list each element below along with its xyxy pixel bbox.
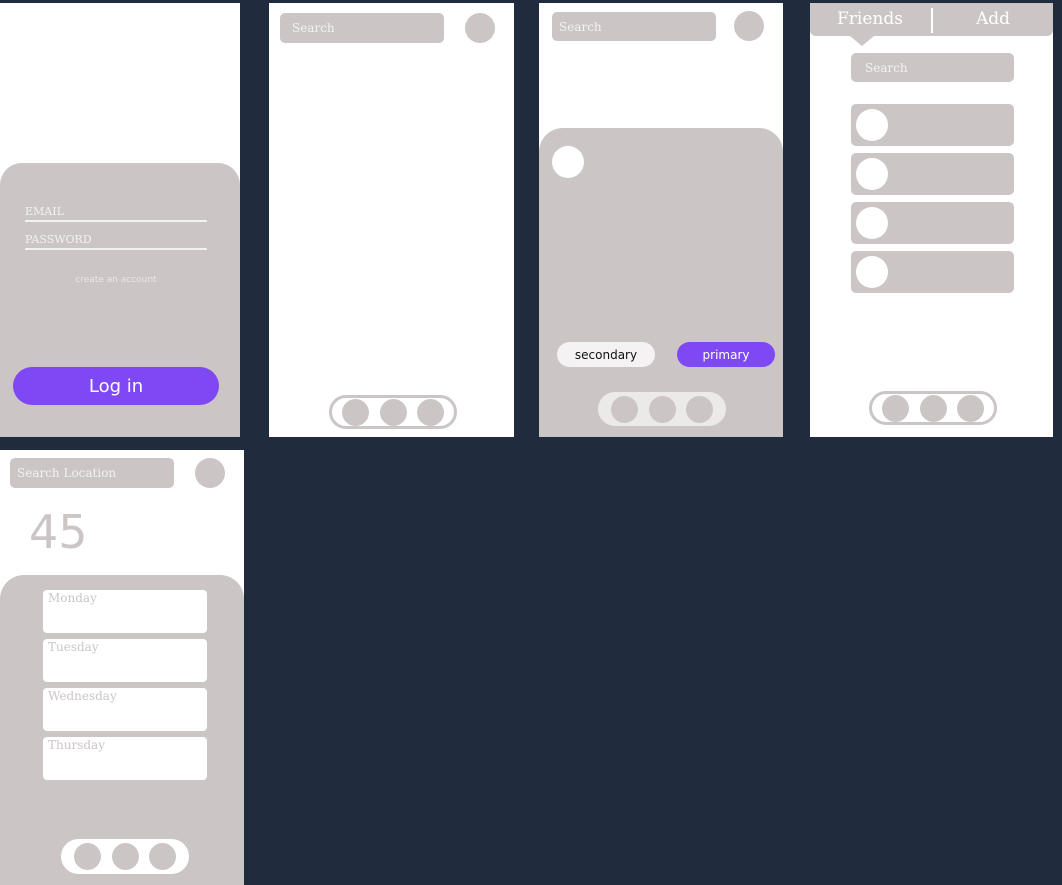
avatar[interactable]: [465, 13, 495, 43]
temperature-value: 45: [29, 505, 88, 559]
nav-center-icon[interactable]: [648, 395, 676, 423]
nav-home-icon[interactable]: [342, 398, 370, 426]
search-input[interactable]: Search: [851, 53, 1014, 82]
secondary-button[interactable]: secondary: [557, 342, 655, 367]
login-panel: EMAIL PASSWORD create an account Log in: [0, 163, 240, 437]
nav-profile-icon[interactable]: [685, 395, 713, 423]
tab-pointer: [850, 36, 874, 46]
search-screen: Search: [269, 3, 514, 437]
friend-list-item[interactable]: [851, 153, 1014, 195]
login-screen: EMAIL PASSWORD create an account Log in: [0, 3, 240, 437]
avatar[interactable]: [734, 11, 764, 41]
bottom-nav: [598, 392, 726, 426]
friend-list-item[interactable]: [851, 202, 1014, 244]
forecast-day-card[interactable]: Thursday: [43, 737, 207, 780]
friend-avatar-icon: [856, 256, 888, 288]
search-input[interactable]: Search: [552, 12, 716, 41]
nav-home-icon[interactable]: [74, 843, 102, 870]
nav-center-icon[interactable]: [379, 398, 407, 426]
nav-profile-icon[interactable]: [956, 394, 984, 422]
bottom-nav: [329, 395, 457, 429]
email-field[interactable]: EMAIL: [25, 205, 207, 222]
search-input[interactable]: Search: [280, 13, 444, 43]
password-field[interactable]: PASSWORD: [25, 233, 207, 250]
forecast-day-card[interactable]: Monday: [43, 590, 207, 633]
nav-profile-icon[interactable]: [148, 843, 176, 870]
friend-avatar-icon: [856, 158, 888, 190]
detail-card: secondary primary: [539, 128, 783, 437]
weather-screen: Search Location 45 Monday Tuesday Wednes…: [0, 450, 244, 885]
login-button[interactable]: Log in: [13, 367, 219, 405]
nav-profile-icon[interactable]: [416, 398, 444, 426]
create-account-link[interactable]: create an account: [0, 275, 232, 285]
forecast-panel: Monday Tuesday Wednesday Thursday: [0, 575, 244, 885]
avatar[interactable]: [195, 458, 225, 488]
bottom-nav: [869, 391, 997, 425]
friend-list-item[interactable]: [851, 251, 1014, 293]
friend-avatar-icon: [856, 109, 888, 141]
bottom-nav: [61, 839, 189, 874]
friend-avatar-icon: [856, 207, 888, 239]
nav-home-icon[interactable]: [611, 395, 639, 423]
nav-center-icon[interactable]: [111, 843, 139, 870]
nav-center-icon[interactable]: [919, 394, 947, 422]
forecast-day-card[interactable]: Wednesday: [43, 688, 207, 731]
forecast-day-card[interactable]: Tuesday: [43, 639, 207, 682]
detail-screen: Search secondary primary: [539, 3, 783, 437]
primary-button[interactable]: primary: [677, 342, 775, 367]
location-search-input[interactable]: Search Location: [10, 458, 174, 488]
nav-home-icon[interactable]: [882, 394, 910, 422]
tab-add[interactable]: Add: [933, 9, 1053, 29]
tab-friends[interactable]: Friends: [810, 9, 930, 29]
card-avatar-icon: [552, 146, 584, 178]
friends-screen: Friends Add Search: [810, 3, 1053, 437]
tab-bar: Friends Add: [810, 3, 1053, 36]
friend-list-item[interactable]: [851, 104, 1014, 146]
